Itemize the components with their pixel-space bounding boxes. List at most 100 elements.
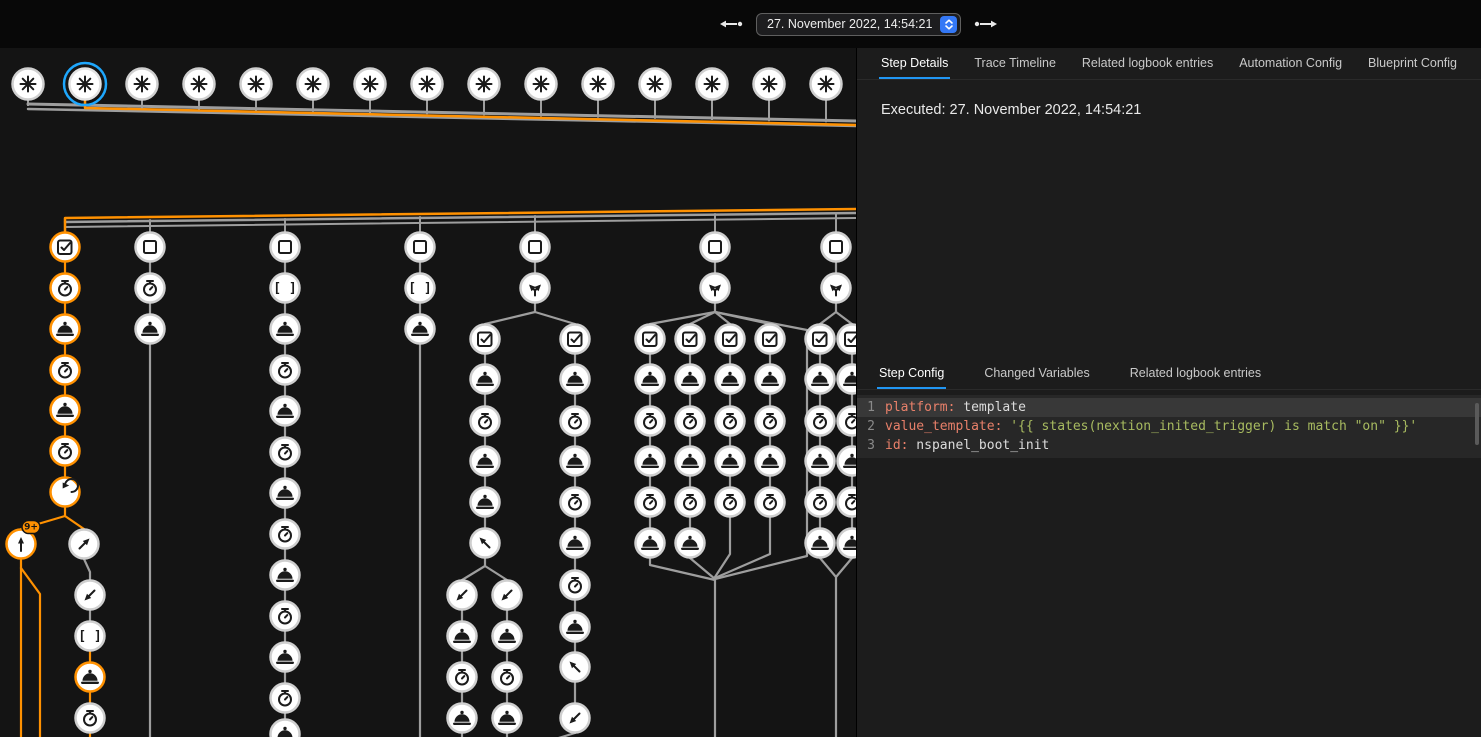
previous-run-button[interactable] — [718, 11, 744, 37]
next-run-button[interactable] — [973, 11, 999, 37]
config-tab-related-logbook-entries[interactable]: Related logbook entries — [1128, 358, 1263, 389]
trace-node-asterisk[interactable] — [64, 63, 106, 105]
trace-node-asterisk[interactable] — [526, 69, 557, 100]
trace-node-timer[interactable] — [51, 356, 80, 385]
trace-node-timer[interactable] — [716, 407, 745, 436]
trace-node-service[interactable] — [806, 447, 835, 476]
trace-node-timer[interactable] — [271, 356, 300, 385]
trace-node-square[interactable] — [521, 233, 550, 262]
trace-node-condition[interactable] — [471, 325, 500, 354]
trace-node-service[interactable] — [561, 613, 590, 642]
trace-node-service[interactable] — [676, 529, 705, 558]
trace-node-service[interactable] — [838, 365, 857, 394]
trace-node-timer[interactable] — [271, 602, 300, 631]
trace-node-service[interactable] — [471, 488, 500, 517]
trace-node-service[interactable] — [448, 704, 477, 733]
detail-tab-step-details[interactable]: Step Details — [879, 48, 950, 79]
trace-node-service[interactable] — [271, 315, 300, 344]
trace-node-service[interactable] — [271, 397, 300, 426]
trace-node-service[interactable] — [271, 643, 300, 672]
trace-node-timer[interactable] — [561, 571, 590, 600]
trace-node-asterisk[interactable] — [754, 69, 785, 100]
trace-node-service[interactable] — [561, 447, 590, 476]
trace-node-asterisk[interactable] — [298, 69, 329, 100]
trace-node-arrow-sw[interactable] — [493, 581, 522, 610]
trace-node-arrow-sw[interactable] — [76, 581, 105, 610]
trace-node-brackets[interactable]: [ ] — [76, 622, 105, 651]
trace-node-asterisk[interactable] — [583, 69, 614, 100]
trace-node-timer[interactable] — [636, 488, 665, 517]
trace-node-square[interactable] — [701, 233, 730, 262]
trace-node-service[interactable] — [756, 365, 785, 394]
trace-node-service[interactable] — [561, 365, 590, 394]
trace-node-condition[interactable] — [716, 325, 745, 354]
trace-node-timer[interactable] — [51, 274, 80, 303]
trace-node-arrow-sw[interactable] — [448, 581, 477, 610]
config-tab-changed-variables[interactable]: Changed Variables — [982, 358, 1091, 389]
trace-graph[interactable]: [ ][ ][ ]9+ — [0, 48, 856, 737]
trace-node-service[interactable] — [756, 447, 785, 476]
trace-node-timer[interactable] — [716, 488, 745, 517]
trace-node-timer[interactable] — [136, 274, 165, 303]
trace-node-square[interactable] — [271, 233, 300, 262]
trace-node-arrow-nw[interactable] — [561, 653, 590, 682]
trace-node-timer[interactable] — [756, 407, 785, 436]
trace-node-brackets[interactable]: [ ] — [406, 274, 435, 303]
trace-node-service[interactable] — [806, 365, 835, 394]
trace-node-asterisk[interactable] — [127, 69, 158, 100]
trace-node-parallel[interactable] — [701, 274, 730, 303]
trace-node-service[interactable] — [716, 447, 745, 476]
trace-node-square[interactable] — [822, 233, 851, 262]
config-tab-step-config[interactable]: Step Config — [877, 358, 946, 389]
trace-node-repeat[interactable] — [51, 478, 80, 507]
trace-node-service[interactable] — [406, 315, 435, 344]
trace-node-timer[interactable] — [838, 407, 857, 436]
run-select[interactable]: 27. November 2022, 14:54:21 — [756, 13, 961, 36]
trace-node-service[interactable] — [471, 365, 500, 394]
trace-node-arrow-sw[interactable] — [561, 704, 590, 733]
detail-tab-related-logbook-entries[interactable]: Related logbook entries — [1080, 48, 1215, 79]
trace-node-condition[interactable] — [636, 325, 665, 354]
trace-node-condition[interactable] — [676, 325, 705, 354]
trace-node-asterisk[interactable] — [241, 69, 272, 100]
trace-node-asterisk[interactable] — [811, 69, 842, 100]
trace-node-service[interactable] — [271, 561, 300, 590]
trace-node-service[interactable] — [76, 663, 105, 692]
trace-node-asterisk[interactable] — [640, 69, 671, 100]
trace-node-condition[interactable] — [806, 325, 835, 354]
trace-node-service[interactable] — [838, 529, 857, 558]
trace-node-service[interactable] — [271, 479, 300, 508]
trace-node-square[interactable] — [136, 233, 165, 262]
trace-node-timer[interactable] — [76, 704, 105, 733]
trace-node-parallel[interactable] — [521, 274, 550, 303]
trace-node-service[interactable] — [271, 720, 300, 737]
trace-node-service[interactable] — [493, 704, 522, 733]
detail-tab-automation-config[interactable]: Automation Config — [1237, 48, 1344, 79]
trace-node-service[interactable] — [838, 447, 857, 476]
trace-node-arrow-nw[interactable] — [471, 529, 500, 558]
trace-node-service[interactable] — [136, 315, 165, 344]
trace-node-condition[interactable] — [756, 325, 785, 354]
trace-node-asterisk[interactable] — [355, 69, 386, 100]
trace-node-timer[interactable] — [51, 437, 80, 466]
trace-node-timer[interactable] — [271, 520, 300, 549]
trace-node-service[interactable] — [493, 622, 522, 651]
trace-node-condition[interactable] — [838, 325, 857, 354]
trace-node-asterisk[interactable] — [469, 69, 500, 100]
trace-node-service[interactable] — [51, 396, 80, 425]
trace-node-asterisk[interactable] — [697, 69, 728, 100]
detail-tab-trace-timeline[interactable]: Trace Timeline — [972, 48, 1058, 79]
trace-node-timer[interactable] — [806, 407, 835, 436]
trace-node-service[interactable] — [448, 622, 477, 651]
trace-node-asterisk[interactable] — [184, 69, 215, 100]
trace-node-service[interactable] — [676, 365, 705, 394]
trace-node-condition[interactable] — [51, 233, 80, 262]
trace-node-service[interactable] — [636, 529, 665, 558]
trace-node-timer[interactable] — [561, 407, 590, 436]
trace-node-timer[interactable] — [756, 488, 785, 517]
trace-node-timer[interactable] — [561, 488, 590, 517]
trace-node-timer[interactable] — [493, 663, 522, 692]
trace-node-service[interactable] — [636, 447, 665, 476]
trace-node-service[interactable] — [716, 365, 745, 394]
trace-node-timer[interactable] — [806, 488, 835, 517]
